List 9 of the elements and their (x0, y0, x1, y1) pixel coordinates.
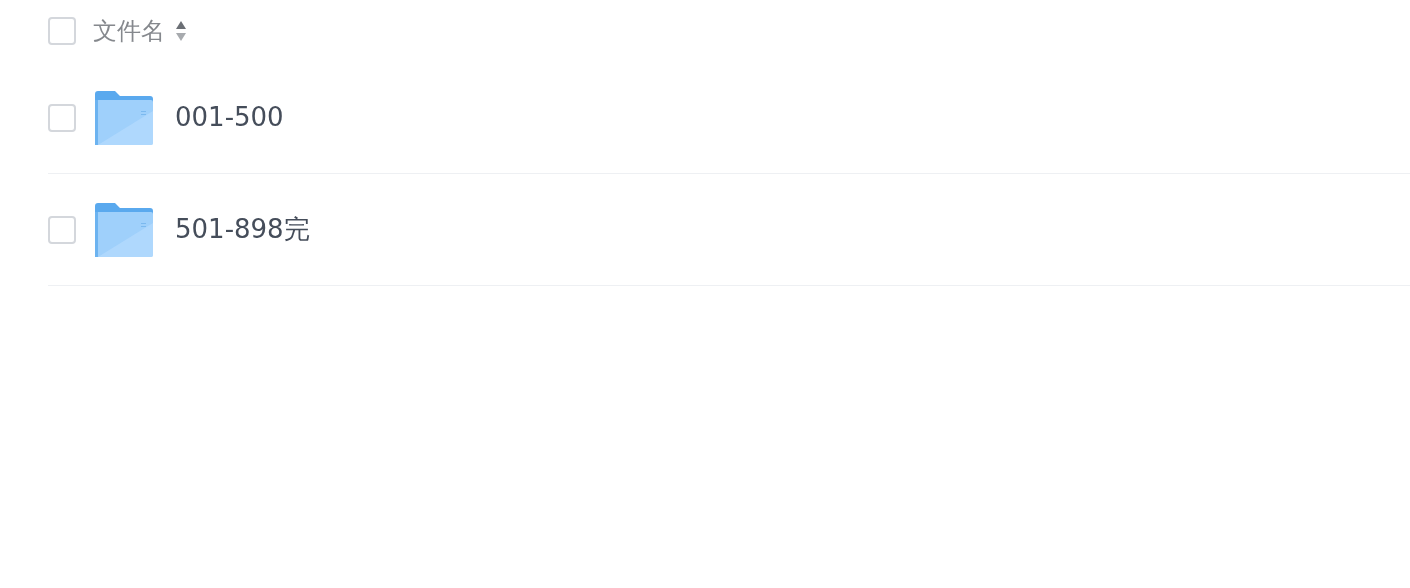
column-header[interactable]: 文件名 (93, 13, 165, 49)
folder-name[interactable]: 001-500 (175, 98, 284, 137)
checkbox[interactable] (48, 103, 76, 132)
checkbox[interactable] (48, 215, 76, 244)
sort-icon[interactable] (175, 20, 187, 42)
folder-icon (95, 90, 153, 145)
checkbox[interactable] (48, 17, 76, 45)
folder-name[interactable]: 501-898完 (175, 210, 310, 249)
folder-icon (95, 202, 153, 257)
